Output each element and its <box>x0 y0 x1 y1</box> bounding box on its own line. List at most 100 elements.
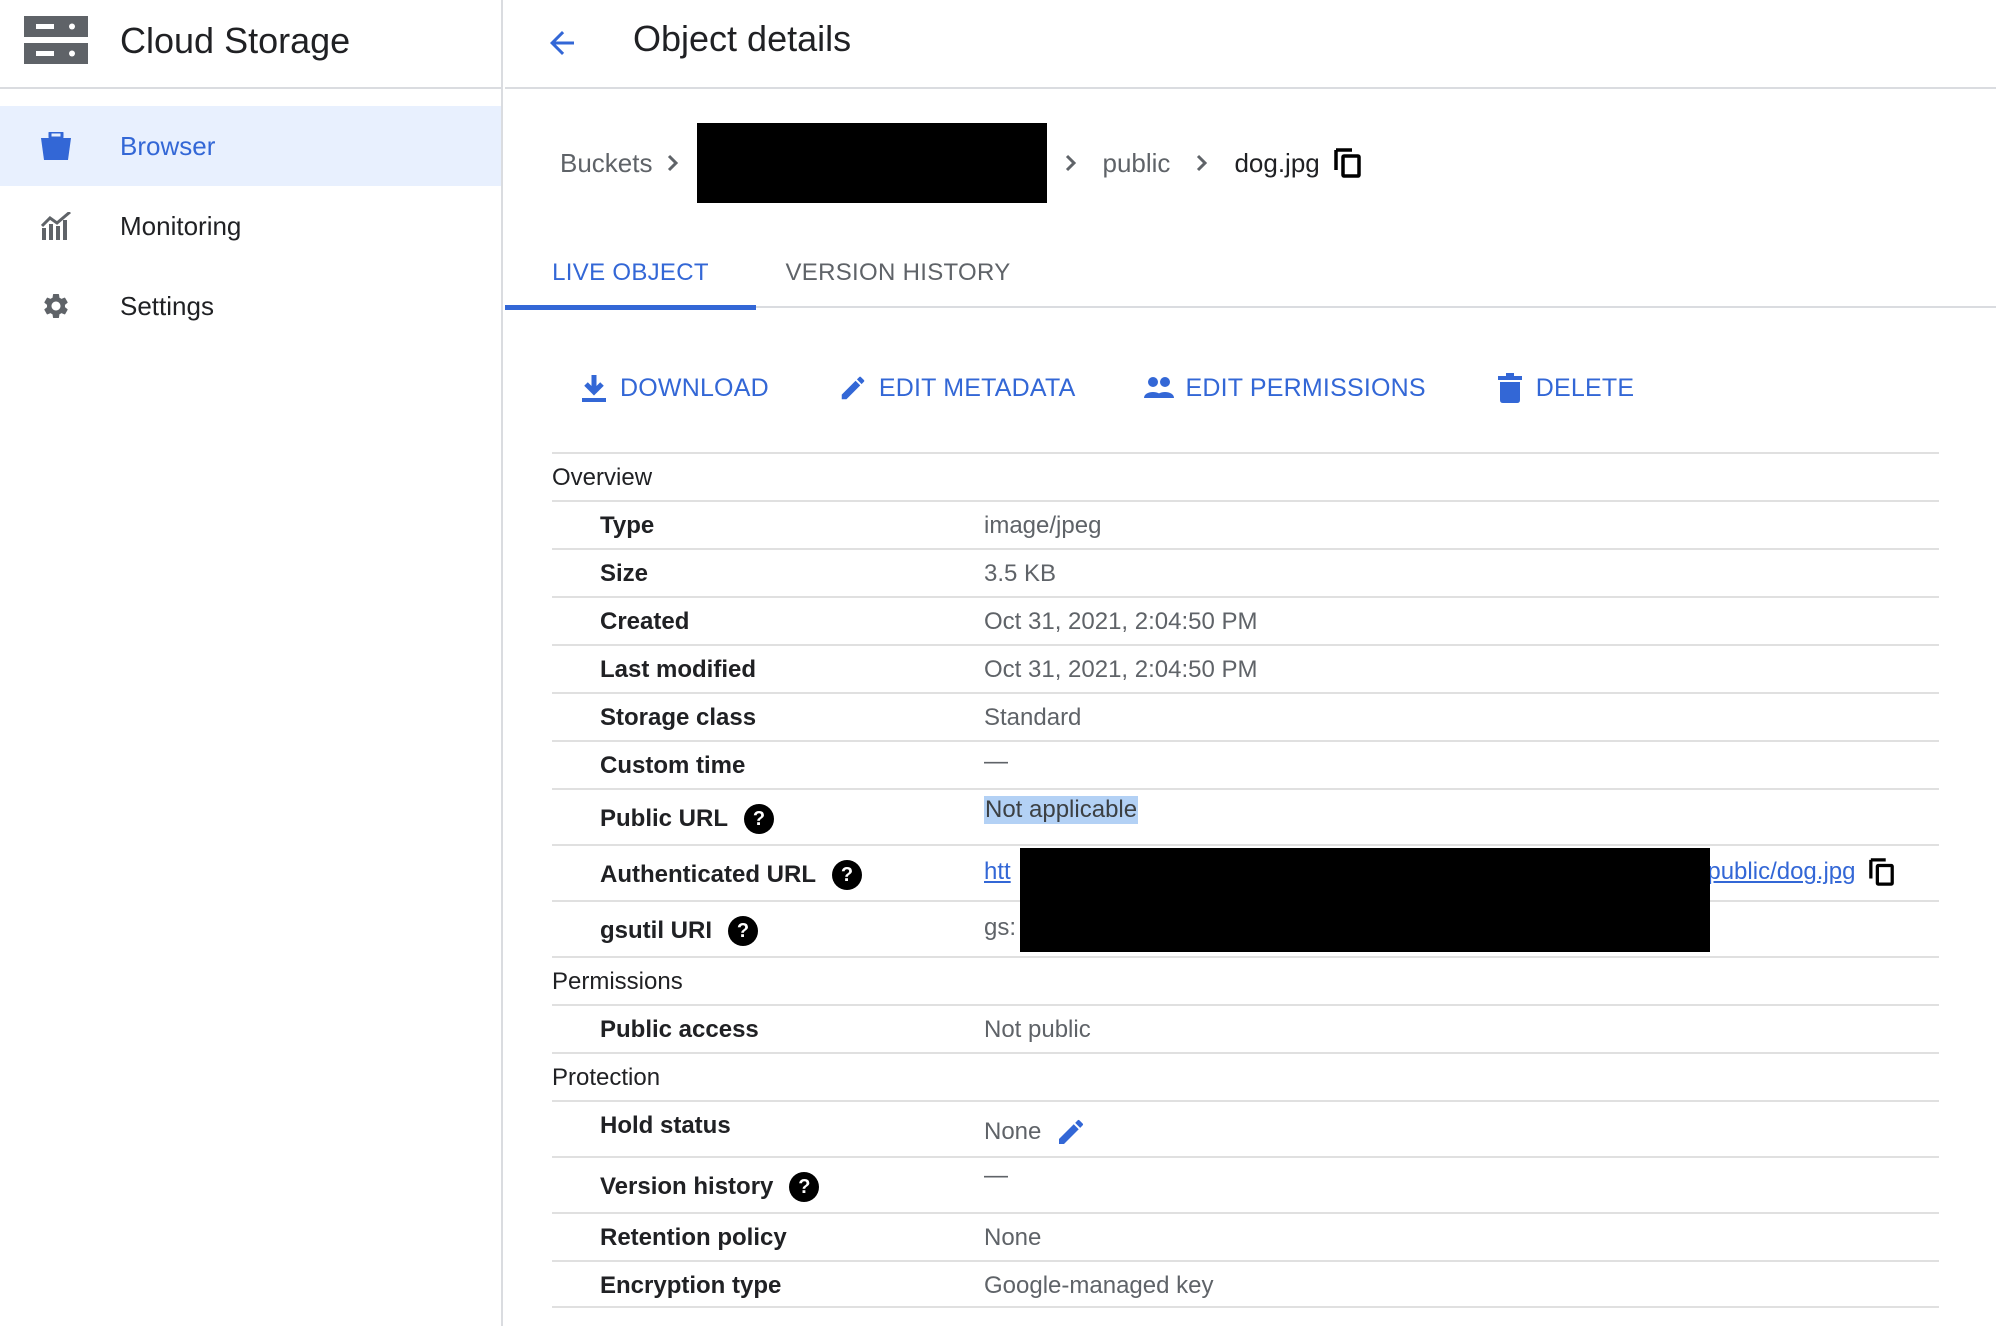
arrow-left-icon <box>550 31 574 55</box>
edit-permissions-button[interactable]: EDIT PERMISSIONS <box>1143 372 1426 404</box>
detail-row-created: Created Oct 31, 2021, 2:04:50 PM <box>552 596 1939 644</box>
breadcrumb-bucket-redacted[interactable] <box>696 123 1047 203</box>
detail-value: None <box>984 1116 1087 1148</box>
section-heading: Overview <box>552 464 653 491</box>
detail-label: Retention policy <box>600 1224 787 1251</box>
detail-row-public-access: Public access Not public <box>552 1004 1939 1052</box>
detail-row-retention-policy: Retention policy None <box>552 1212 1939 1260</box>
edit-hold-status-button[interactable] <box>1055 1116 1087 1148</box>
sidebar-item-browser[interactable]: Browser <box>0 106 501 186</box>
detail-label: Custom time <box>600 752 746 779</box>
back-button[interactable] <box>537 18 587 68</box>
detail-label: Type <box>600 512 655 539</box>
detail-row-last-modified: Last modified Oct 31, 2021, 2:04:50 PM <box>552 644 1939 692</box>
public-url-value-selected: Not applicable <box>984 796 1139 824</box>
detail-row-custom-time: Custom time — <box>552 740 1939 788</box>
detail-label: Storage class <box>600 704 757 731</box>
pencil-icon <box>1059 1119 1084 1144</box>
copy-url-button[interactable] <box>1869 858 1895 886</box>
detail-row-size: Size 3.5 KB <box>552 548 1939 596</box>
help-icon[interactable]: ? <box>832 860 862 890</box>
detail-label: Public URL ? <box>600 804 775 834</box>
breadcrumb: Buckets public dog.jpg <box>560 123 1364 203</box>
sidebar-item-monitoring[interactable]: Monitoring <box>0 186 501 266</box>
breadcrumb-current-object: dog.jpg <box>1234 147 1320 178</box>
sidebar-item-label: Settings <box>120 290 214 321</box>
people-icon <box>1143 372 1175 404</box>
product-title: Cloud Storage <box>120 20 351 61</box>
chevron-right-icon <box>653 153 693 173</box>
copy-icon <box>1869 858 1895 886</box>
section-heading: Permissions <box>552 968 683 995</box>
detail-row-type: Type image/jpeg <box>552 500 1939 548</box>
sidebar-header: Cloud Storage <box>0 0 501 89</box>
detail-value: Google-managed key <box>984 1272 1214 1299</box>
chevron-right-icon <box>1051 153 1091 173</box>
sidebar-item-label: Monitoring <box>120 210 242 241</box>
detail-value: — <box>984 748 1008 775</box>
detail-row-hold-status: Hold status None <box>552 1100 1939 1156</box>
gear-icon <box>40 290 72 322</box>
sidebar-item-label: Browser <box>120 130 216 161</box>
copy-icon <box>1334 148 1361 178</box>
detail-value: Standard <box>984 704 1082 731</box>
section-overview: Overview <box>552 452 1939 500</box>
edit-metadata-label: EDIT METADATA <box>878 373 1076 402</box>
monitoring-chart-icon <box>40 210 72 242</box>
authenticated-url-link-start[interactable]: htt <box>984 858 1011 886</box>
detail-label: Created <box>600 608 690 635</box>
chevron-right-icon <box>1182 153 1222 173</box>
breadcrumb-buckets[interactable]: Buckets <box>560 148 653 179</box>
section-protection: Protection <box>552 1052 1939 1100</box>
copy-path-button[interactable] <box>1332 147 1364 179</box>
section-permissions: Permissions <box>552 956 1939 1004</box>
detail-label: Version history ? <box>600 1172 820 1202</box>
breadcrumb-folder-public[interactable]: public <box>1103 148 1171 179</box>
section-heading: Protection <box>552 1064 661 1091</box>
detail-label: Hold status <box>600 1112 731 1139</box>
detail-label: Authenticated URL ? <box>600 860 862 890</box>
detail-label: Size <box>600 560 649 587</box>
help-icon[interactable]: ? <box>744 804 775 834</box>
detail-label-text: Public URL <box>600 805 729 832</box>
detail-label: gsutil URI ? <box>600 916 758 946</box>
redacted-block <box>1020 848 1710 952</box>
bucket-icon <box>40 130 72 162</box>
detail-row-version-history: Version history ? — <box>552 1156 1939 1212</box>
tab-version-history[interactable]: VERSION HISTORY <box>773 238 1023 308</box>
detail-value: Oct 31, 2021, 2:04:50 PM <box>984 656 1258 683</box>
edit-metadata-button[interactable]: EDIT METADATA <box>837 372 1076 404</box>
help-icon[interactable]: ? <box>728 916 758 946</box>
gsutil-uri-value: gs: <box>984 914 1017 941</box>
detail-row-storage-class: Storage class Standard <box>552 692 1939 740</box>
detail-label-text: gsutil URI <box>600 917 712 944</box>
page-title: Object details <box>633 18 852 59</box>
download-label: DOWNLOAD <box>620 373 769 402</box>
help-icon[interactable]: ? <box>789 1172 820 1202</box>
delete-button[interactable]: DELETE <box>1494 372 1634 404</box>
detail-label: Encryption type <box>600 1272 782 1299</box>
download-icon <box>578 372 610 404</box>
cloud-storage-logo-icon <box>24 16 88 64</box>
detail-value: image/jpeg <box>984 512 1102 539</box>
detail-value: Not public <box>984 1016 1091 1043</box>
tab-bar: LIVE OBJECT VERSION HISTORY <box>505 238 1996 310</box>
sidebar-item-settings[interactable]: Settings <box>0 266 501 346</box>
detail-row-public-url: Public URL ? Not applicable <box>552 788 1939 844</box>
detail-label-text: Authenticated URL <box>600 861 816 888</box>
detail-row-encryption-type: Encryption type Google-managed key <box>552 1260 1939 1308</box>
edit-permissions-label: EDIT PERMISSIONS <box>1185 373 1426 402</box>
detail-label: Public access <box>600 1016 759 1043</box>
authenticated-url-link[interactable]: /public/dog.jpg <box>1701 858 1856 886</box>
download-button[interactable]: DOWNLOAD <box>578 372 769 404</box>
page-header: Object details <box>505 0 1996 89</box>
detail-value: 3.5 KB <box>984 560 1057 587</box>
hold-status-value: None <box>984 1118 1042 1145</box>
action-bar: DOWNLOAD EDIT METADATA EDIT PERMISSIONS … <box>578 368 1702 408</box>
pencil-icon <box>837 372 869 404</box>
detail-value: Not applicable <box>984 796 1139 824</box>
delete-label: DELETE <box>1535 373 1635 402</box>
detail-value: — <box>984 1162 1008 1189</box>
detail-value: None <box>984 1224 1042 1251</box>
tab-live-object[interactable]: LIVE OBJECT <box>505 238 756 310</box>
